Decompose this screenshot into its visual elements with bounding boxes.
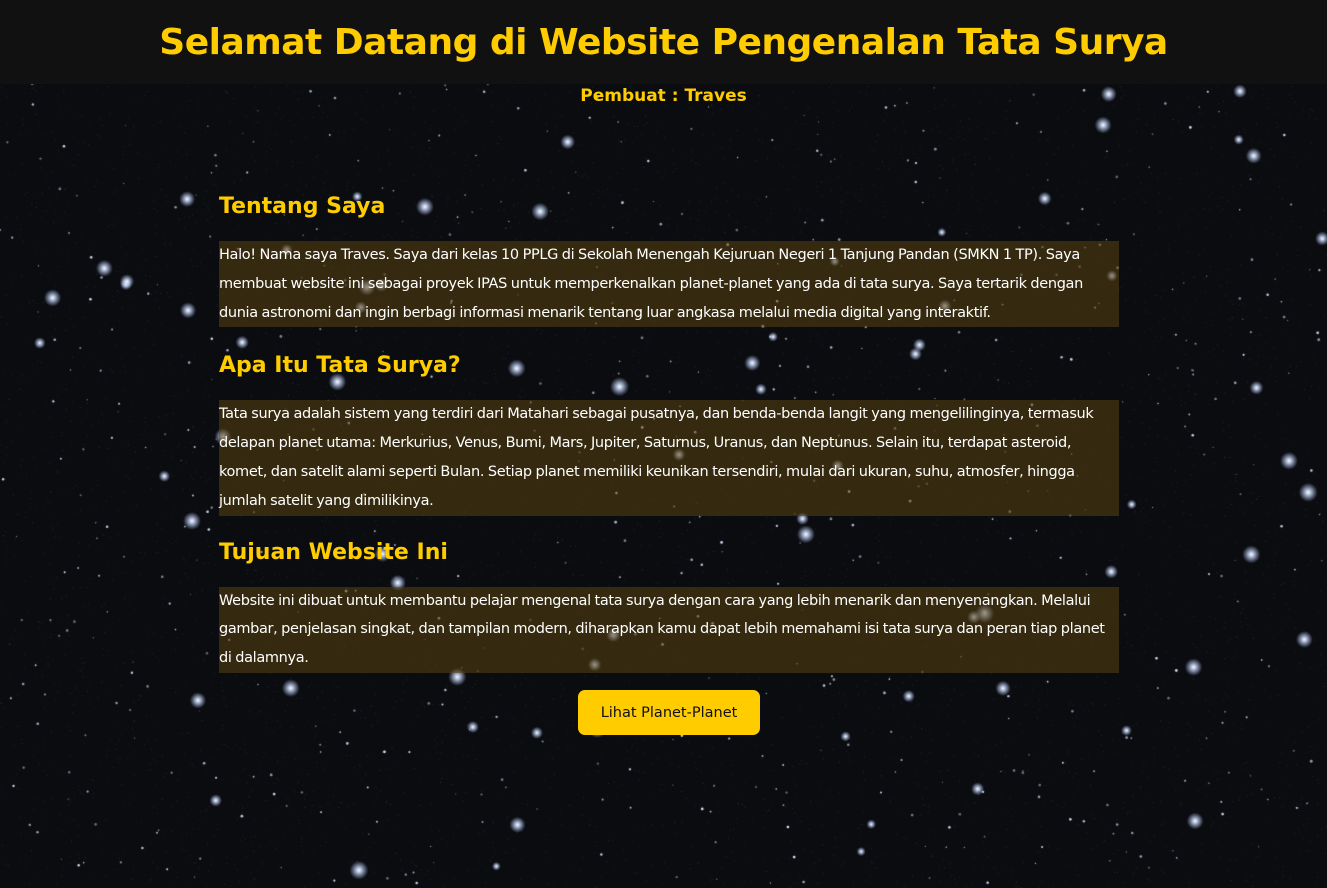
main-content: Tentang Saya Halo! Nama saya Traves. Say… bbox=[219, 192, 1119, 673]
site-header: Selamat Datang di Website Pengenalan Tat… bbox=[0, 0, 1327, 84]
section-title-solar-system: Apa Itu Tata Surya? bbox=[219, 353, 461, 379]
author-credit: Pembuat : Traves bbox=[580, 86, 747, 106]
button-container: Lihat Planet-Planet bbox=[578, 690, 760, 735]
section-text-website-goal: Website ini dibuat untuk membantu pelaja… bbox=[219, 586, 1119, 673]
section-text-solar-system: Tata surya adalah sistem yang terdiri da… bbox=[219, 400, 1119, 516]
section-title-about: Tentang Saya bbox=[219, 194, 386, 219]
section-title-website-goal: Tujuan Website Ini bbox=[219, 539, 448, 565]
section-text-about: Halo! Nama saya Traves. Saya dari kelas … bbox=[219, 241, 1119, 328]
page-title: Selamat Datang di Website Pengenalan Tat… bbox=[159, 21, 1168, 63]
view-planets-button[interactable]: Lihat Planet-Planet bbox=[578, 690, 760, 735]
